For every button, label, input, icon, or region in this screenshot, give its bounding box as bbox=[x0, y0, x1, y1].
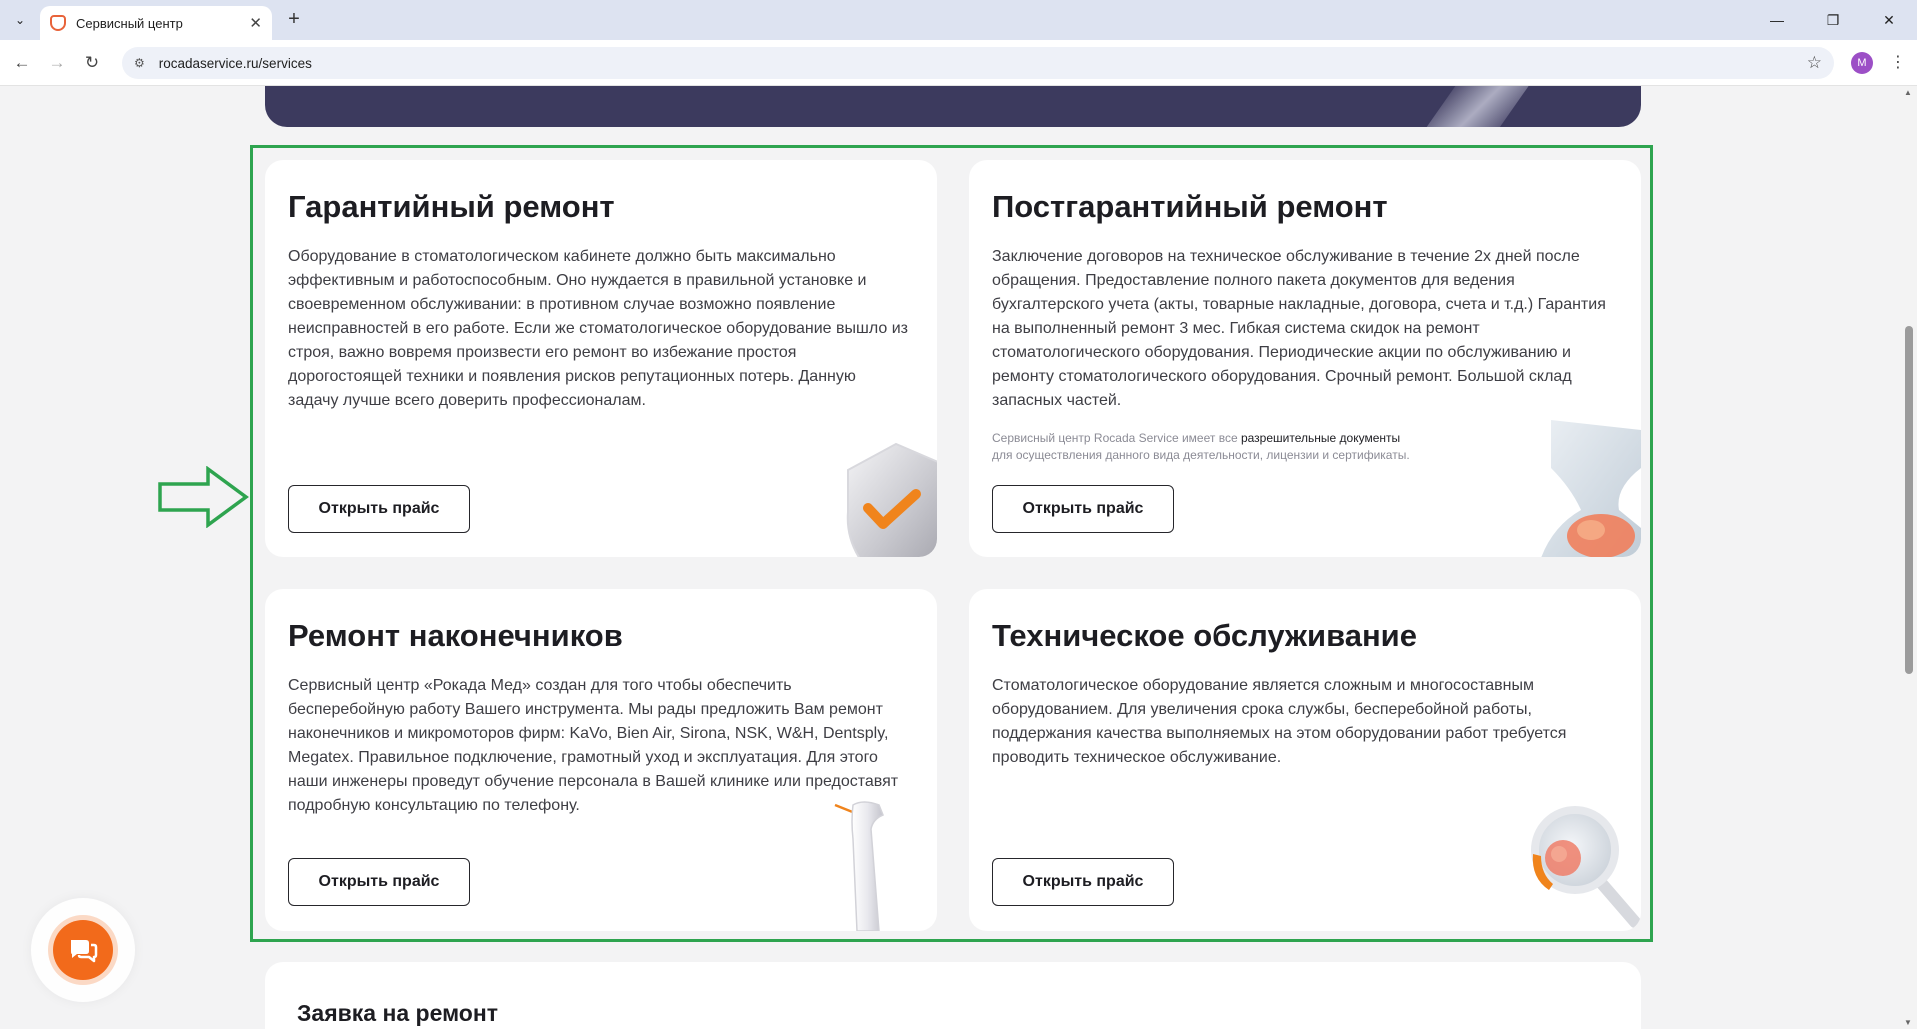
tab-search-button[interactable]: ⌄ bbox=[8, 9, 32, 31]
reload-icon[interactable]: ↻ bbox=[80, 51, 104, 75]
card-title: Постгарантийный ремонт bbox=[992, 189, 1388, 224]
dental-handpiece-icon bbox=[834, 801, 884, 931]
tab-title: Сервисный центр bbox=[76, 15, 183, 31]
close-tab-icon[interactable]: ✕ bbox=[249, 14, 262, 32]
card-title: Гарантийный ремонт bbox=[288, 189, 615, 224]
card-description: Стоматологическое оборудование является … bbox=[992, 677, 1567, 766]
url-text[interactable]: rocadaservice.ru/services bbox=[159, 56, 1807, 71]
new-tab-button[interactable]: + bbox=[282, 8, 306, 32]
permits-link[interactable]: разрешительные документы bbox=[1241, 431, 1400, 445]
card-description: Сервисный центр «Рокада Мед» создан для … bbox=[288, 677, 899, 814]
scrollbar-thumb[interactable] bbox=[1905, 326, 1913, 674]
chat-bubbles-icon bbox=[71, 940, 98, 963]
profile-avatar[interactable]: M bbox=[1851, 52, 1873, 74]
site-favicon-icon bbox=[50, 15, 66, 31]
note-prefix: Сервисный центр Rocada Service имеет все bbox=[992, 431, 1238, 445]
bookmark-star-icon[interactable]: ☆ bbox=[1807, 53, 1822, 73]
service-card-handpieces: Ремонт наконечников Сервисный центр «Рок… bbox=[265, 589, 937, 931]
service-card-post-warranty: Постгарантийный ремонт Заключение догово… bbox=[969, 160, 1641, 557]
green-arrow-icon bbox=[158, 466, 249, 528]
repair-request-section: Заявка на ремонт bbox=[265, 962, 1641, 1029]
chat-button[interactable] bbox=[53, 920, 113, 980]
hero-banner bbox=[265, 86, 1641, 127]
note-suffix: для осуществления данного вида деятельно… bbox=[992, 448, 1410, 462]
card-title: Ремонт наконечников bbox=[288, 618, 623, 653]
service-card-maintenance: Техническое обслуживание Стоматологическ… bbox=[969, 589, 1641, 931]
section-title: Заявка на ремонт bbox=[297, 1000, 498, 1026]
browser-tab[interactable]: Сервисный центр ✕ bbox=[40, 6, 272, 40]
back-icon[interactable]: ← bbox=[10, 51, 34, 75]
browser-tab-bar: ⌄ Сервисный центр ✕ + — ❐ ✕ bbox=[0, 0, 1917, 40]
scroll-up-icon[interactable]: ▲ bbox=[1904, 88, 1912, 97]
window-close-icon[interactable]: ✕ bbox=[1861, 0, 1917, 40]
window-controls: — ❐ ✕ bbox=[1749, 0, 1917, 40]
open-price-button[interactable]: Открыть прайс bbox=[288, 858, 470, 906]
shield-check-icon bbox=[846, 442, 937, 557]
open-price-button[interactable]: Открыть прайс bbox=[992, 858, 1174, 906]
magnifier-icon bbox=[1531, 806, 1641, 928]
open-price-button[interactable]: Открыть прайс bbox=[992, 485, 1174, 533]
scroll-down-icon[interactable]: ▼ bbox=[1904, 1018, 1912, 1027]
service-card-warranty: Гарантийный ремонт Оборудование в стомат… bbox=[265, 160, 937, 557]
address-bar[interactable]: ⚙ rocadaservice.ru/services ☆ bbox=[122, 47, 1834, 79]
card-title: Техническое обслуживание bbox=[992, 618, 1417, 653]
card-description: Заключение договоров на техническое обсл… bbox=[992, 248, 1606, 409]
open-price-button[interactable]: Открыть прайс bbox=[288, 485, 470, 533]
page-scrollbar[interactable]: ▲ ▼ bbox=[1900, 86, 1917, 1029]
hourglass-icon bbox=[1541, 420, 1641, 557]
browser-toolbar: ← → ↻ ⚙ rocadaservice.ru/services ☆ M ⋮ bbox=[0, 40, 1917, 86]
banner-decoration bbox=[1412, 86, 1530, 127]
site-info-icon[interactable]: ⚙ bbox=[134, 56, 145, 70]
minimize-icon[interactable]: — bbox=[1749, 0, 1805, 40]
browser-menu-icon[interactable]: ⋮ bbox=[1890, 52, 1906, 72]
restore-icon[interactable]: ❐ bbox=[1805, 0, 1861, 40]
card-description: Оборудование в стоматологическом кабинет… bbox=[288, 248, 908, 409]
forward-icon[interactable]: → bbox=[45, 51, 69, 75]
licenses-note: Сервисный центр Rocada Service имеет все… bbox=[992, 430, 1410, 464]
